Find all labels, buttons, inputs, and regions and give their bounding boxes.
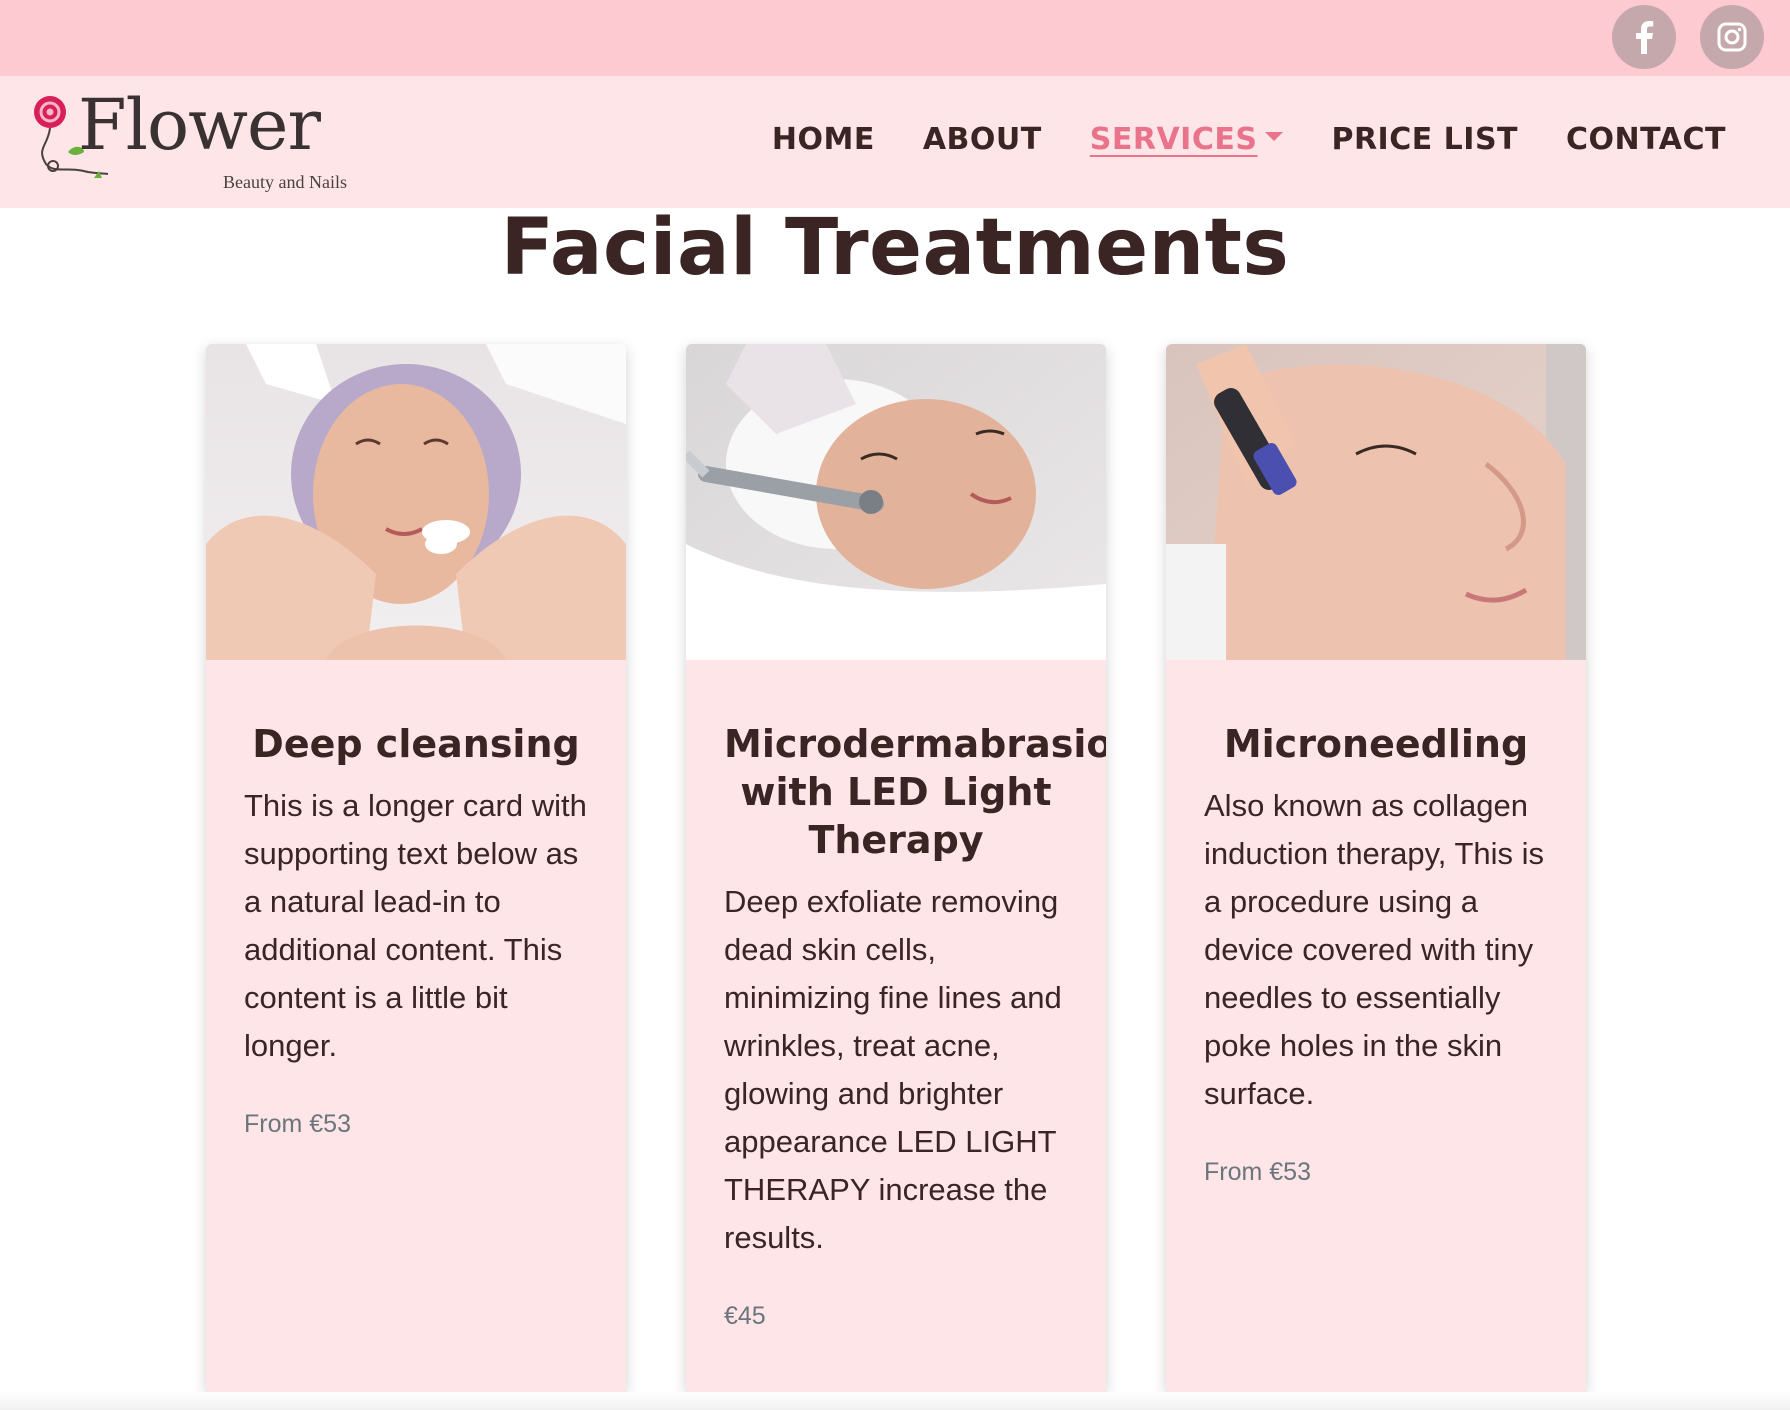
card-price: From €53: [244, 1110, 351, 1138]
nav-contact[interactable]: CONTACT: [1566, 122, 1726, 157]
service-card-microneedling: Microneedling Also known as collagen ind…: [1166, 344, 1586, 1392]
instagram-icon: [1717, 22, 1747, 52]
page-bottom-edge: [0, 1392, 1790, 1410]
nav-home[interactable]: HOME: [772, 122, 875, 157]
facebook-icon: [1636, 21, 1654, 54]
card-text: Deep exfoliate removing dead skin cells,…: [724, 884, 1062, 1255]
card-text: Also known as collagen induction therapy…: [1204, 788, 1545, 1111]
nav-price-list[interactable]: PRICE LIST: [1331, 122, 1518, 157]
instagram-link[interactable]: [1700, 5, 1764, 69]
deep-cleansing-photo: [206, 344, 626, 660]
brand-tagline: Beauty and Nails: [223, 172, 347, 192]
card-price: From €53: [1204, 1158, 1311, 1186]
card-title: Deep cleansing: [252, 722, 580, 766]
brand-logo[interactable]: Flower Beauty and Nails: [28, 86, 358, 196]
service-card-deep-cleansing: Deep cleansing This is a longer card wit…: [206, 344, 626, 1392]
card-title: Microneedling: [1223, 722, 1529, 766]
card-price: €45: [724, 1302, 766, 1330]
page-title: Facial Treatments: [500, 203, 1290, 293]
nav-services-label: SERVICES: [1089, 122, 1258, 157]
brand-name: Flower: [78, 84, 321, 166]
caret-down-icon: [1265, 132, 1284, 141]
social-bar: [0, 0, 1790, 76]
card-text: This is a longer card with supporting te…: [244, 788, 587, 1063]
microneedling-photo: [1166, 344, 1586, 660]
card-title: Microdermabrasion with LED Light Therapy: [724, 722, 1106, 862]
nav-about[interactable]: ABOUT: [923, 122, 1042, 157]
nav-services[interactable]: SERVICES: [1090, 122, 1284, 157]
microdermabrasion-photo: [686, 344, 1106, 660]
main-nav: HOME ABOUT SERVICES PRICE LIST CONTACT: [724, 122, 1726, 157]
facebook-link[interactable]: [1612, 5, 1676, 69]
service-card-microdermabrasion: Microdermabrasion with LED Light Therapy…: [686, 344, 1106, 1392]
site-header: Flower Beauty and Nails HOME ABOUT SERVI…: [0, 76, 1790, 208]
